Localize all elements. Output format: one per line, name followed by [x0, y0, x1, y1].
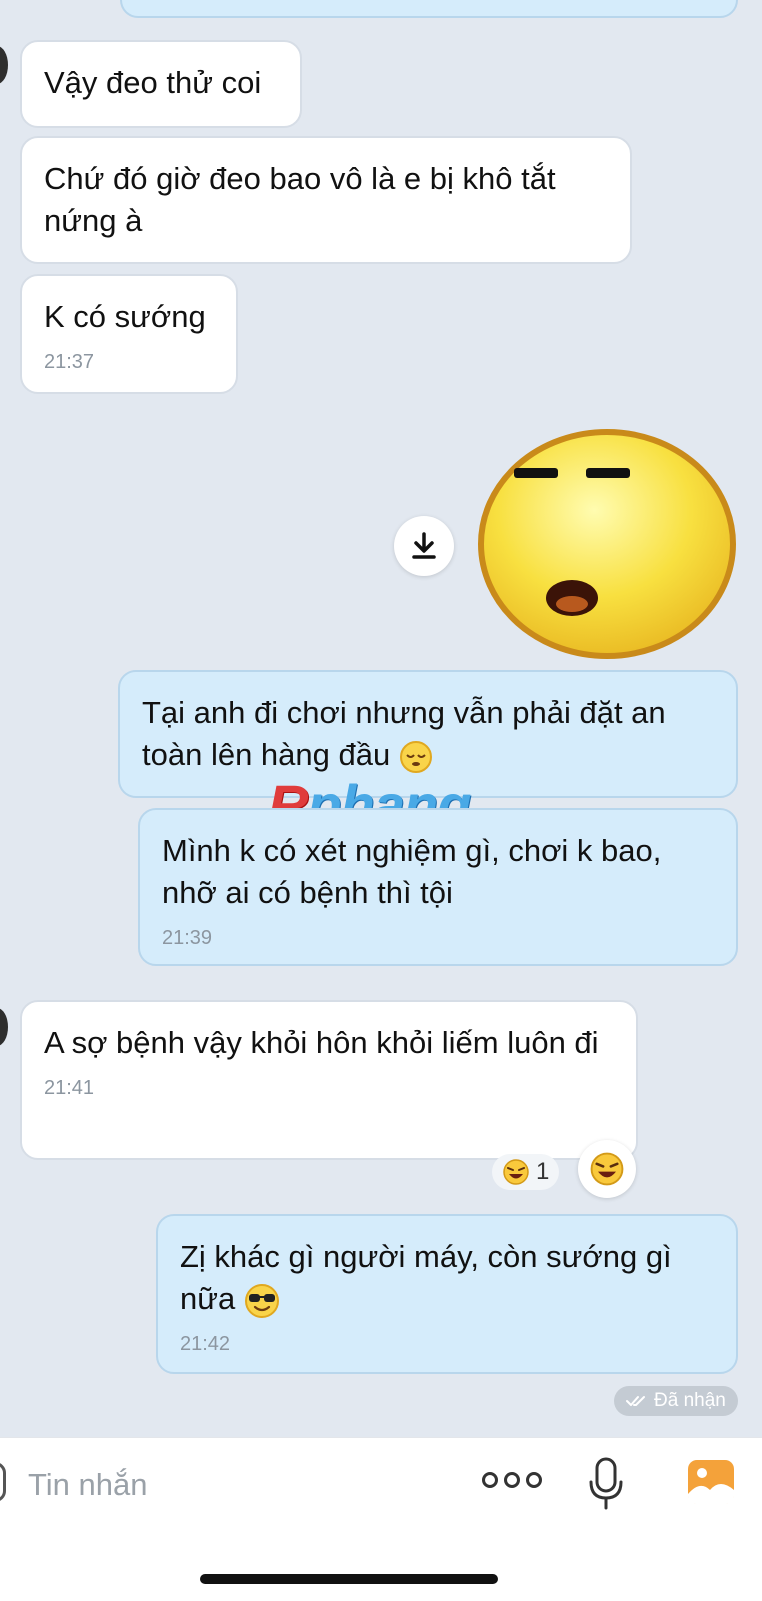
add-reaction-button[interactable] — [578, 1140, 636, 1198]
message-time: 21:41 — [44, 1077, 95, 1099]
message-text: Mình k có xét nghiệm gì, chơi k bao, nhỡ… — [162, 833, 662, 910]
laughing-emoji-icon — [503, 1159, 529, 1185]
message-text: Vậy đeo thử coi — [44, 65, 262, 100]
sleeping-face-emoji-icon — [399, 740, 432, 773]
incoming-message-bubble[interactable]: K có sướng 21:37 — [20, 274, 238, 394]
message-text: A sợ bệnh vậy khỏi hôn khỏi liếm luôn đi — [44, 1025, 599, 1060]
download-button[interactable] — [394, 516, 454, 576]
message-time: 21:37 — [44, 351, 95, 373]
outgoing-message-bubble[interactable]: Zị khác gì người máy, còn sướng gì nữa 2… — [156, 1214, 738, 1374]
download-icon — [412, 532, 436, 559]
message-input[interactable] — [26, 1460, 450, 1510]
microphone-icon[interactable] — [586, 1456, 626, 1512]
message-time: 21:42 — [180, 1333, 231, 1355]
message-time: 21:39 — [162, 927, 213, 949]
incoming-message-bubble[interactable]: A sợ bệnh vậy khỏi hôn khỏi liếm luôn đi… — [20, 1000, 638, 1160]
message-input-bar — [0, 1437, 762, 1601]
sender-avatar[interactable] — [0, 1008, 8, 1046]
message-text: Chứ đó giờ đeo bao vô là e bị khô tắt nứ… — [44, 161, 556, 238]
sender-avatar[interactable] — [0, 46, 8, 84]
double-check-icon — [626, 1396, 645, 1406]
chat-area: Vậy đeo thử coi Chứ đó giờ đeo bao vô là… — [0, 0, 762, 1440]
incoming-message-bubble[interactable]: Vậy đeo thử coi — [20, 40, 302, 128]
delivery-status-badge: Đã nhận — [614, 1386, 738, 1416]
home-indicator — [200, 1574, 498, 1584]
image-picker-icon[interactable] — [686, 1458, 736, 1506]
emoji-button-icon[interactable] — [0, 1462, 6, 1502]
sunglasses-emoji-icon — [244, 1283, 279, 1318]
more-options-icon[interactable] — [482, 1472, 542, 1488]
message-text: K có sướng — [44, 299, 206, 334]
laughing-emoji-icon — [590, 1152, 624, 1186]
incoming-message-bubble[interactable]: Chứ đó giờ đeo bao vô là e bị khô tắt nứ… — [20, 136, 632, 264]
sleepy-face-sticker[interactable] — [476, 428, 738, 660]
previous-message-bubble[interactable] — [120, 0, 738, 18]
reaction-count: 1 — [536, 1158, 550, 1185]
reaction-count-badge[interactable]: 1 — [492, 1154, 560, 1190]
outgoing-message-bubble[interactable]: Mình k có xét nghiệm gì, chơi k bao, nhỡ… — [138, 808, 738, 966]
delivery-status-label: Đã nhận — [654, 1390, 726, 1411]
